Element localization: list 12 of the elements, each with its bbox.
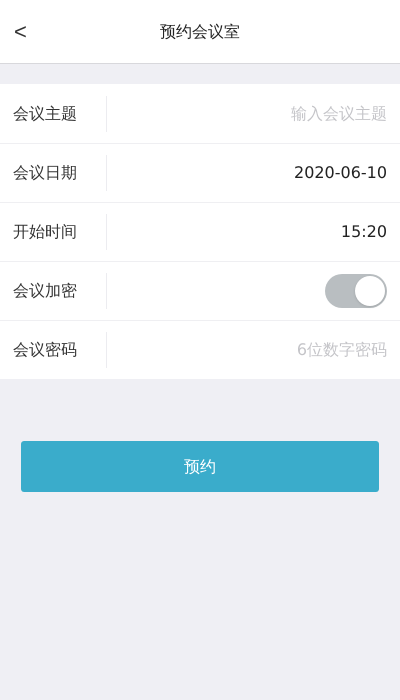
input-field[interactable]: 6位数字密码 bbox=[167, 338, 387, 362]
field-value[interactable]: 15:20 bbox=[340, 220, 387, 244]
field-label: 会议加密 bbox=[12, 280, 78, 302]
toggle-switch[interactable] bbox=[325, 274, 387, 308]
field-label: 开始时间 bbox=[12, 221, 78, 243]
field-label: 会议日期 bbox=[12, 162, 78, 184]
field-value[interactable]: 2020-06-10 bbox=[294, 161, 387, 185]
field-label: 会议密码 bbox=[12, 339, 78, 361]
field-label: 会议主题 bbox=[12, 102, 78, 124]
back-button[interactable]: < bbox=[14, 15, 27, 48]
input-field[interactable]: 输入会议主题 bbox=[167, 102, 387, 126]
page-title: 预约会议室 bbox=[160, 20, 240, 42]
